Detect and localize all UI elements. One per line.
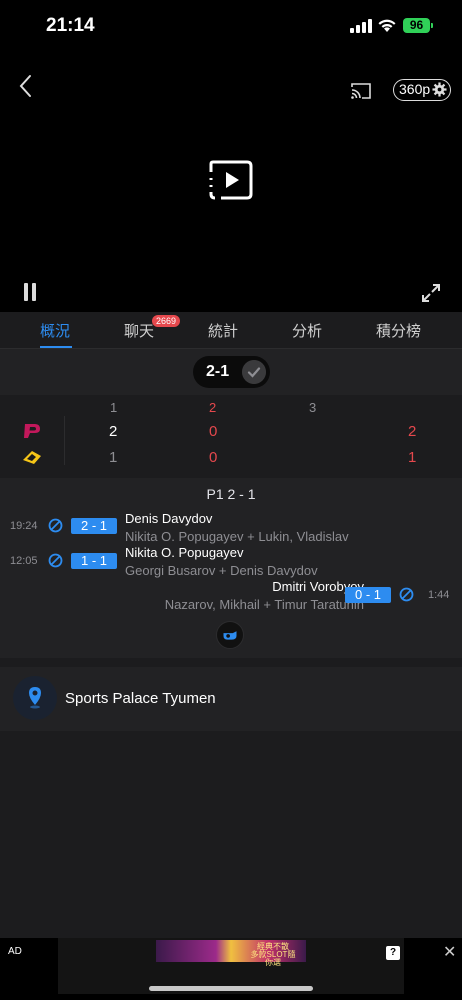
event-scorer: Denis Davydov <box>125 511 213 526</box>
period-title: P1 2 - 1 <box>206 486 256 502</box>
away-p2: 0 <box>209 449 218 466</box>
event-time: 12:05 <box>10 555 38 567</box>
table-divider <box>64 416 65 465</box>
puck-icon <box>48 553 63 568</box>
goal-events-section: P1 2 - 1 19:24 2 - 1 Denis Davydov Nikit… <box>0 478 462 658</box>
ad-banner-text: 經典不散 多款SLOT隨你選 <box>248 943 298 967</box>
home-total: 2 <box>408 423 417 440</box>
tab-stats[interactable]: 統計 <box>208 320 238 341</box>
away-total: 1 <box>408 449 417 466</box>
score-header: 2-1 <box>0 349 462 395</box>
screen-play-icon[interactable] <box>207 158 255 202</box>
event-scorer: Nikita O. Popugayev <box>125 545 244 560</box>
event-score: 1 - 1 <box>71 553 117 569</box>
location-pin-icon <box>13 676 57 720</box>
video-player[interactable]: 21:14 96 360p <box>0 0 462 312</box>
score-pill: 2-1 <box>193 356 270 388</box>
cellular-signal-icon <box>350 19 372 33</box>
period-header-3: 3 <box>309 400 317 415</box>
away-p1: 1 <box>109 449 118 466</box>
venue-row[interactable]: Sports Palace Tyumen <box>0 667 462 731</box>
event-assists: Nazarov, Mikhail + Timur Taratunin <box>164 597 364 612</box>
away-team-logo <box>23 451 41 464</box>
tab-standings[interactable]: 積分榜 <box>376 320 421 341</box>
puck-icon <box>399 587 414 602</box>
event-time: 19:24 <box>10 520 38 532</box>
status-time: 21:14 <box>46 15 95 36</box>
period-header-2: 2 <box>209 400 217 415</box>
pause-icon[interactable] <box>22 283 38 301</box>
puck-icon <box>48 518 63 533</box>
event-assists: Nikita O. Popugayev + Lukin, Vladislav <box>125 529 349 544</box>
battery-tip <box>431 23 433 28</box>
ad-close-icon[interactable]: ✕ <box>443 942 456 962</box>
status-bar: 21:14 96 <box>0 0 462 50</box>
ad-label: AD <box>8 946 22 957</box>
cast-icon[interactable] <box>350 82 372 100</box>
period-scores-table: 1 2 3 2 0 2 1 0 1 <box>0 395 462 471</box>
event-time: 1:44 <box>428 589 450 601</box>
tab-overview[interactable]: 概況 <box>40 320 70 341</box>
home-indicator[interactable] <box>149 986 313 991</box>
wifi-icon <box>378 19 396 32</box>
active-tab-indicator <box>40 346 72 348</box>
match-score: 2-1 <box>206 363 230 380</box>
home-p1: 2 <box>109 423 118 440</box>
tab-chat[interactable]: 聊天 <box>124 320 154 341</box>
fullscreen-icon[interactable] <box>421 283 441 303</box>
venue-name: Sports Palace Tyumen <box>65 690 216 707</box>
quality-settings-button[interactable]: 360p <box>393 79 451 101</box>
ad-banner-line2: 多款SLOT隨你選 <box>250 950 296 967</box>
home-team-logo <box>24 424 40 438</box>
event-assists: Georgi Busarov + Denis Davydov <box>125 563 318 578</box>
period-header-1: 1 <box>110 400 118 415</box>
gear-icon <box>432 82 447 97</box>
whistle-icon <box>216 621 244 649</box>
ad-info-icon[interactable]: ? <box>386 946 400 960</box>
back-icon[interactable] <box>16 72 36 100</box>
quality-label: 360p <box>399 81 431 97</box>
chat-count-badge: 2669 <box>152 315 181 327</box>
match-tabs: 概況 聊天 統計 分析 積分榜 <box>0 312 462 349</box>
home-p2: 0 <box>209 423 218 440</box>
check-icon <box>242 360 266 384</box>
event-score: 2 - 1 <box>71 518 117 534</box>
tab-analysis[interactable]: 分析 <box>292 320 322 341</box>
event-score: 0 - 1 <box>345 587 391 603</box>
battery-indicator: 96 <box>403 18 430 33</box>
